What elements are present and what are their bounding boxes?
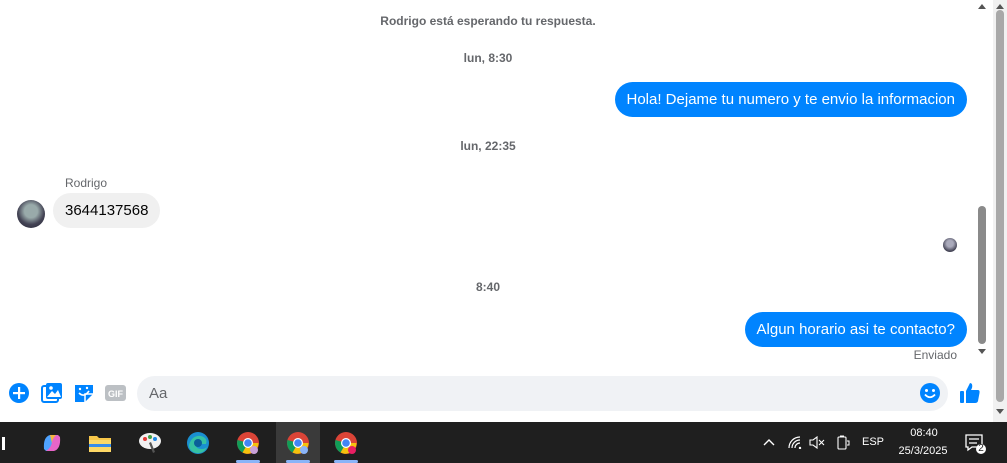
timestamp: 8:40 bbox=[475, 280, 501, 294]
battery-icon[interactable] bbox=[836, 435, 850, 450]
scroll-down-arrow-icon[interactable] bbox=[996, 409, 1004, 414]
chrome-icon[interactable] bbox=[276, 422, 320, 463]
chrome-icon[interactable] bbox=[228, 422, 268, 463]
sender-name: Rodrigo bbox=[65, 176, 108, 190]
edge-icon[interactable] bbox=[178, 422, 218, 463]
chrome-icon[interactable] bbox=[326, 422, 366, 463]
language-indicator[interactable]: ESP bbox=[862, 436, 884, 448]
incoming-message[interactable]: 3644137568 bbox=[53, 193, 161, 228]
clock-date[interactable]: 25/3/2025 bbox=[893, 445, 953, 457]
timestamp: lun, 8:30 bbox=[463, 51, 513, 65]
sticker-icon[interactable] bbox=[73, 382, 95, 404]
page-scrollbar[interactable] bbox=[993, 0, 1007, 422]
message-composer: GIF Aa bbox=[0, 372, 993, 420]
taskview-icon[interactable] bbox=[0, 422, 14, 463]
scroll-thumb[interactable] bbox=[978, 206, 986, 344]
emoji-icon[interactable] bbox=[919, 382, 941, 404]
outgoing-message[interactable]: Hola! Dejame tu numero y te envio la inf… bbox=[614, 82, 967, 117]
timestamp: lun, 22:35 bbox=[460, 139, 516, 153]
scroll-up-arrow-icon[interactable] bbox=[978, 4, 986, 9]
scroll-thumb[interactable] bbox=[996, 10, 1004, 402]
notification-count: 2 bbox=[978, 443, 984, 454]
scroll-down-arrow-icon[interactable] bbox=[978, 349, 986, 354]
gif-label: GIF bbox=[108, 389, 124, 399]
waiting-notice: Rodrigo está esperando tu respuesta. bbox=[380, 14, 596, 28]
chat-scrollbar[interactable] bbox=[976, 0, 988, 363]
message-input-placeholder: Aa bbox=[149, 385, 168, 402]
message-input[interactable] bbox=[137, 376, 948, 411]
file-explorer-icon[interactable] bbox=[80, 422, 120, 463]
volume-muted-icon[interactable] bbox=[809, 436, 825, 449]
chevron-up-icon[interactable] bbox=[763, 438, 775, 446]
like-icon[interactable] bbox=[958, 381, 982, 405]
photo-icon[interactable] bbox=[41, 382, 63, 404]
avatar[interactable] bbox=[17, 200, 45, 228]
seen-avatar bbox=[943, 238, 957, 252]
outgoing-message[interactable]: Algun horario asi te contacto? bbox=[744, 312, 967, 347]
screen: Rodrigo está esperando tu respuesta. lun… bbox=[0, 0, 1007, 463]
wifi-icon[interactable] bbox=[788, 436, 804, 449]
copilot-icon[interactable] bbox=[32, 422, 72, 463]
scroll-up-arrow-icon[interactable] bbox=[996, 4, 1004, 9]
message-status: Enviado bbox=[913, 348, 957, 362]
gif-icon[interactable]: GIF bbox=[105, 382, 127, 404]
paint-icon[interactable] bbox=[130, 422, 170, 463]
add-icon[interactable] bbox=[8, 382, 30, 404]
clock-time[interactable]: 08:40 bbox=[906, 427, 942, 439]
windows-taskbar: ESP 2 bbox=[0, 422, 1007, 463]
chat-thread: Rodrigo está esperando tu respuesta. lun… bbox=[0, 0, 976, 372]
